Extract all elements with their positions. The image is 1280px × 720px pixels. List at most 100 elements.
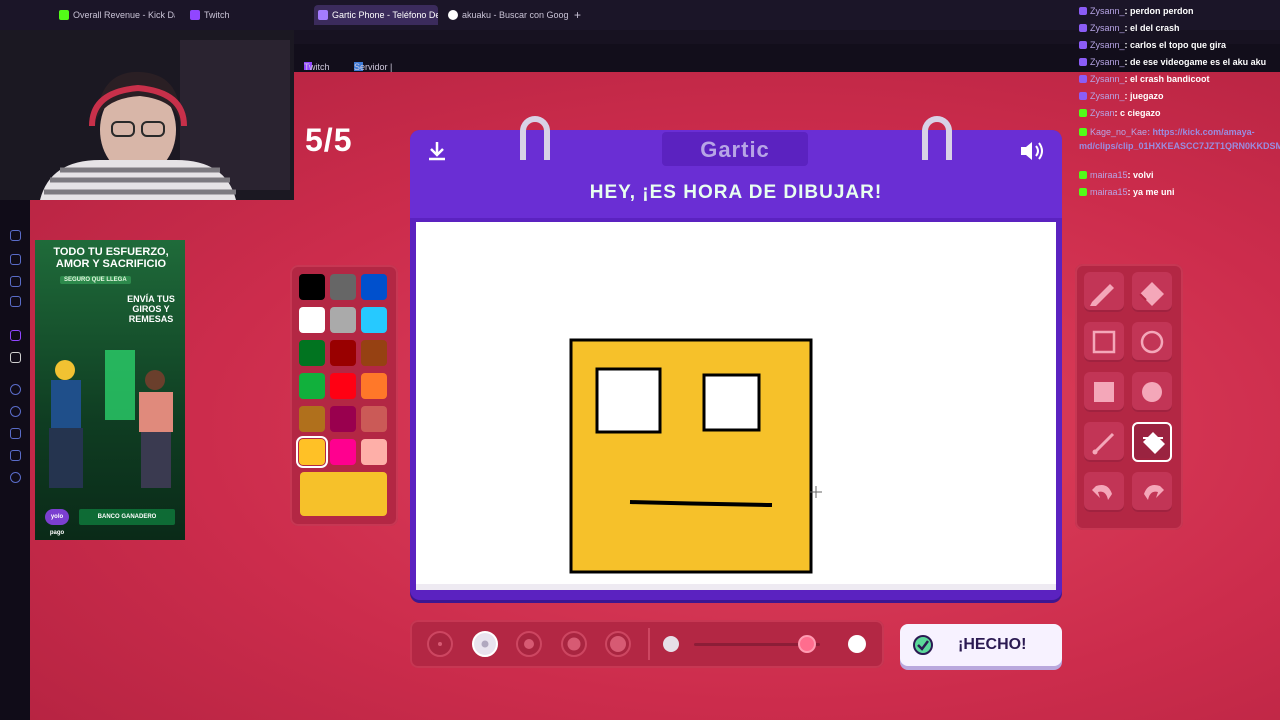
new-tab-button[interactable]: + (570, 5, 588, 25)
chat-username: Zysann_ (1090, 57, 1125, 67)
ad-bank-logo: BANCO GANADERO (79, 509, 175, 525)
chat-badge-icon (1079, 75, 1087, 83)
eraser-tool-button[interactable] (1132, 272, 1172, 312)
history-icon[interactable] (10, 230, 21, 241)
chat-badge-icon (1079, 58, 1087, 66)
ad-subheadline: SEGURO QUE LLEGA (60, 276, 131, 284)
color-swatch[interactable] (361, 373, 387, 399)
check-icon (913, 635, 933, 655)
chat-message: Kage_no_Kae: https://kick.com/amaya-md/c… (1079, 125, 1280, 153)
tab-gartic[interactable]: Gartic Phone - Teléfono De (314, 5, 438, 25)
color-swatch[interactable] (361, 439, 387, 465)
chat-badge-icon (1079, 92, 1087, 100)
drawing-canvas[interactable] (416, 222, 1056, 590)
brush-size-option[interactable] (605, 631, 631, 657)
color-swatch[interactable] (299, 406, 325, 432)
bag-icon[interactable] (10, 254, 21, 265)
m-icon[interactable] (10, 296, 21, 307)
line-tool-button[interactable] (1084, 422, 1124, 462)
brush-size-dot (567, 637, 580, 651)
chat-badge-icon (1079, 171, 1087, 179)
chat-message: Zysann_: juegazo (1079, 91, 1164, 101)
color-swatch[interactable] (330, 307, 356, 333)
chat-badge-icon (1079, 41, 1087, 49)
color-swatch[interactable] (299, 274, 325, 300)
chat-text: : juegazo (1124, 91, 1164, 101)
tools-panel (1075, 264, 1183, 530)
current-color (300, 472, 387, 516)
redo-icon (1144, 485, 1164, 500)
ad-brand-logo: yolo pago (45, 509, 69, 536)
binder-ring (520, 116, 550, 160)
x-icon[interactable] (10, 352, 21, 363)
color-swatch[interactable] (299, 373, 325, 399)
brush-size-option[interactable] (516, 631, 542, 657)
chat-text: : ya me uni (1127, 187, 1175, 197)
color-swatch[interactable] (330, 439, 356, 465)
color-swatch[interactable] (361, 340, 387, 366)
color-swatch[interactable] (299, 340, 325, 366)
color-swatch[interactable] (330, 274, 356, 300)
round-counter: 5/5 (305, 122, 353, 158)
pencil-icon (1090, 284, 1114, 306)
kick-icon (59, 10, 69, 20)
pencil-tool-button[interactable] (1084, 272, 1124, 312)
color-swatch[interactable] (361, 406, 387, 432)
brush-size-dot (438, 642, 442, 646)
chat-text: : volvi (1127, 170, 1154, 180)
circle-icon[interactable] (10, 384, 21, 395)
color-swatch[interactable] (330, 373, 356, 399)
webcam-overlay (0, 30, 294, 200)
brush-size-option[interactable] (471, 631, 498, 657)
undo-tool-button[interactable] (1084, 472, 1124, 512)
bucket-fill-tool-button[interactable] (1132, 422, 1172, 462)
chat-username: Zysann_ (1090, 74, 1125, 84)
twitch-icon[interactable] (10, 330, 21, 341)
brush-size-bar (410, 620, 884, 668)
volume-icon[interactable] (1018, 138, 1046, 164)
color-swatch[interactable] (361, 274, 387, 300)
brush-size-dot (481, 640, 488, 648)
tab-twitch[interactable]: Twitch (186, 5, 306, 25)
drawing (569, 338, 822, 574)
circle-outline-icon (1140, 330, 1164, 354)
drawn-left-eye (595, 367, 662, 434)
tab-google[interactable]: akuaku - Buscar con Goog (444, 5, 568, 25)
chat-message: Zysan: c ciegazo (1079, 108, 1161, 118)
eraser-icon (1139, 282, 1164, 306)
color-swatch[interactable] (330, 406, 356, 432)
done-button[interactable]: ¡HECHO! (900, 624, 1062, 666)
board-header: Gartic HEY, ¡ES HORA DE DIBUJAR! (410, 116, 1062, 218)
color-swatch[interactable] (361, 307, 387, 333)
circle-outline-tool-button[interactable] (1132, 322, 1172, 362)
chat-message: Zysann_: de ese videogame es el aku aku (1079, 57, 1266, 67)
brush-size-option[interactable] (427, 631, 453, 657)
circle-fill-tool-button[interactable] (1132, 372, 1172, 412)
messenger-icon[interactable] (10, 276, 21, 287)
chat-text: : el del crash (1124, 23, 1180, 33)
clock-icon[interactable] (10, 406, 21, 417)
download-icon[interactable] (10, 428, 21, 439)
settings-icon[interactable] (10, 472, 21, 483)
download-icon[interactable] (426, 140, 448, 162)
ad-banner[interactable]: TODO TU ESFUERZO, AMOR Y SACRIFICIO SEGU… (35, 240, 185, 540)
ad-right-text: ENVÍA TUS GIROS Y REMESAS (127, 294, 175, 324)
cube-icon[interactable] (10, 450, 21, 461)
opacity-max-icon (848, 635, 866, 653)
opacity-slider-thumb[interactable] (798, 635, 817, 653)
gartic-logo: Gartic (662, 132, 808, 166)
rectangle-fill-icon (1094, 382, 1114, 402)
brush-size-option[interactable] (560, 631, 587, 657)
tab-kick[interactable]: Overall Revenue - Kick Da (55, 5, 175, 25)
color-swatch[interactable] (330, 340, 356, 366)
chat-overlay: Zysann_: perdon perdon Zysann_ : el del cr… (1075, 0, 1280, 210)
redo-tool-button[interactable] (1132, 472, 1172, 512)
color-swatch[interactable] (299, 307, 325, 333)
opacity-min-icon (663, 636, 679, 652)
rectangle-outline-tool-button[interactable] (1084, 322, 1124, 362)
chat-message: Zysann_: perdon perdon (1079, 6, 1194, 16)
rectangle-fill-tool-button[interactable] (1084, 372, 1124, 412)
color-swatch[interactable] (296, 436, 328, 468)
chat-message: mairaa15: ya me uni (1079, 187, 1175, 197)
chat-badge-icon (1079, 128, 1087, 136)
